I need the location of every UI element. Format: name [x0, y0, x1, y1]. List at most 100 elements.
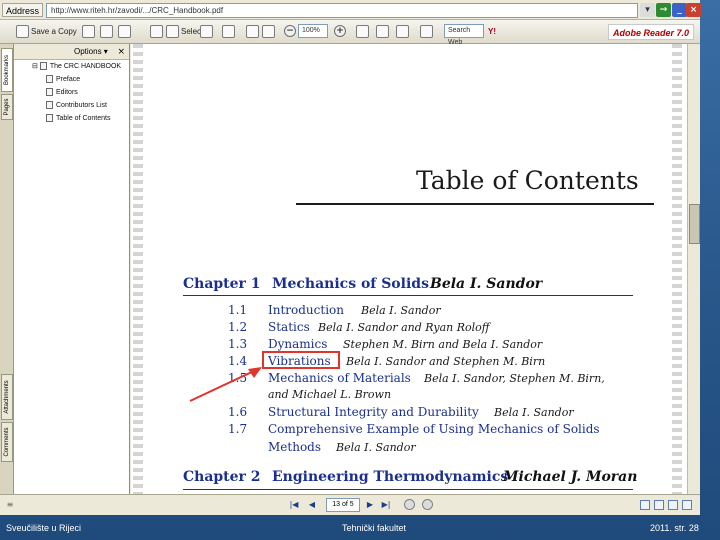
section-link[interactable]: Statics: [268, 320, 310, 334]
section-link-continued[interactable]: Methods: [268, 440, 321, 454]
layout-icon[interactable]: ≡: [4, 499, 16, 511]
actual-size-button[interactable]: [246, 23, 261, 40]
help-button[interactable]: [376, 23, 391, 40]
bookmark-icon: [46, 101, 53, 110]
pages-icon: [396, 25, 409, 39]
bookmark-item[interactable]: Preface: [46, 75, 80, 85]
chapter-label[interactable]: Chapter 2: [183, 469, 261, 485]
adobe-reader-logo: Adobe Reader 7.0: [607, 24, 694, 40]
bookmark-item[interactable]: ⊟ The CRC HANDBOOK: [32, 62, 121, 72]
reader-toolbar: Save a Copy Select − 100% + Search Web Y…: [0, 20, 700, 46]
section-author-continued: and Michael L. Brown: [268, 388, 392, 401]
binoculars-icon: [118, 25, 131, 39]
footer-faculty: Tehnički fakultet: [342, 523, 407, 533]
address-label: Address: [2, 3, 44, 17]
chapter-rule: [183, 295, 633, 296]
search-web-field[interactable]: Search Web: [444, 24, 484, 46]
previous-view-button[interactable]: [404, 499, 415, 510]
section-author: Bela I. Sandor and Stephen M. Birn: [346, 355, 546, 368]
prev-page-button[interactable]: ◀: [306, 499, 318, 511]
chapter-author: Bela I. Sandor: [430, 276, 543, 292]
search-button[interactable]: [118, 23, 133, 40]
camera-icon: [200, 25, 213, 39]
tab-pages[interactable]: Pages: [1, 94, 13, 120]
scrollbar-thumb[interactable]: [689, 204, 700, 244]
go-icon[interactable]: →: [656, 3, 671, 17]
continuous-icon[interactable]: [654, 500, 664, 510]
footer-page: 2011. str. 28: [650, 523, 699, 533]
next-page-button[interactable]: ▶: [364, 499, 376, 511]
chapter-title[interactable]: Engineering Thermodynamics: [272, 469, 508, 485]
yahoo-search-button[interactable]: Y!: [488, 23, 496, 40]
section-link[interactable]: Comprehensive Example of Using Mechanics…: [268, 422, 600, 436]
zoom-out-button[interactable]: −: [284, 25, 296, 37]
collapse-icon[interactable]: ⊟: [32, 63, 38, 70]
bookmark-icon: [46, 88, 53, 97]
bookmark-item[interactable]: Editors: [46, 88, 78, 98]
footer-university: Sveučilište u Rijeci: [6, 523, 82, 533]
save-copy-label: Save a Copy: [31, 27, 77, 36]
email-button[interactable]: [100, 23, 115, 40]
section-number: 1.6: [228, 405, 248, 419]
help-icon: [376, 25, 389, 39]
close-panel-icon[interactable]: ×: [117, 46, 125, 58]
browser-window: Address http://www.riteh.hr/zavodi/.../C…: [0, 0, 701, 515]
continuous-facing-icon[interactable]: [682, 500, 692, 510]
page-number-field[interactable]: 13 of 5: [326, 498, 360, 512]
bookmark-icon: [46, 114, 53, 123]
snapshot-button[interactable]: [200, 23, 215, 40]
last-page-button[interactable]: ▶|: [380, 499, 392, 511]
close-icon[interactable]: ×: [686, 3, 701, 17]
hand-icon: [150, 25, 163, 39]
email-icon: [100, 25, 113, 39]
section-author: Bela I. Sandor, Stephen M. Birn,: [424, 372, 605, 385]
fit-page-button[interactable]: [262, 23, 277, 40]
zoom-tool-button[interactable]: [222, 23, 237, 40]
magnifier-icon: [222, 25, 235, 39]
print-button[interactable]: [82, 23, 97, 40]
highlight-box: [262, 351, 340, 369]
first-page-button[interactable]: |◀: [288, 499, 300, 511]
tool-button[interactable]: [420, 23, 435, 40]
bookmark-item[interactable]: Contributors List: [46, 101, 107, 111]
bookmark-item[interactable]: Table of Contents: [46, 114, 110, 124]
page-title: Table of Contents: [416, 166, 639, 195]
chapter-title[interactable]: Mechanics of Solids: [272, 276, 429, 292]
pages-button[interactable]: [396, 23, 411, 40]
bookmark-icon: [39, 62, 47, 71]
facing-icon[interactable]: [668, 500, 678, 510]
zoom-in-button[interactable]: +: [334, 25, 346, 37]
chapter-label[interactable]: Chapter 1: [183, 276, 261, 292]
chapter-rule: [183, 489, 633, 490]
rotate-button[interactable]: [356, 23, 371, 40]
dropdown-icon[interactable]: ▾: [640, 3, 655, 17]
tab-attachments[interactable]: Attachments: [1, 374, 13, 420]
bookmark-icon: [46, 75, 53, 84]
options-label: Options: [74, 47, 102, 56]
hand-tool-button[interactable]: [150, 23, 165, 40]
url-field[interactable]: http://www.riteh.hr/zavodi/.../CRC_Handb…: [46, 3, 638, 18]
reader-statusbar: ≡ |◀ ◀ 13 of 5 ▶ ▶|: [0, 494, 700, 515]
tab-comments[interactable]: Comments: [1, 422, 13, 462]
vertical-scrollbar[interactable]: [687, 44, 700, 494]
section-link[interactable]: Dynamics: [268, 337, 327, 351]
save-copy-button[interactable]: Save a Copy: [16, 23, 77, 40]
section-link[interactable]: Structural Integrity and Durability: [268, 405, 479, 419]
section-author: Bela I. Sandor: [336, 441, 416, 454]
section-author: Bela I. Sandor: [494, 406, 574, 419]
single-page-icon[interactable]: [640, 500, 650, 510]
next-view-button[interactable]: [422, 499, 433, 510]
options-menu[interactable]: Options ▾: [74, 46, 108, 58]
address-bar: Address http://www.riteh.hr/zavodi/.../C…: [0, 0, 701, 20]
section-author: Stephen M. Birn and Bela I. Sandor: [343, 338, 543, 351]
section-link[interactable]: Introduction: [268, 303, 344, 317]
zoom-field[interactable]: 100%: [298, 24, 328, 38]
cursor-icon: [166, 25, 179, 39]
select-tool-button[interactable]: Select: [166, 23, 203, 40]
fit-page-icon: [262, 25, 275, 39]
section-link[interactable]: Mechanics of Materials: [268, 371, 411, 385]
tab-bookmarks[interactable]: Bookmarks: [1, 48, 13, 92]
section-number: 1.7: [228, 422, 248, 436]
section-author: Bela I. Sandor and Ryan Roloff: [318, 321, 490, 334]
minimize-icon[interactable]: _: [672, 3, 687, 17]
